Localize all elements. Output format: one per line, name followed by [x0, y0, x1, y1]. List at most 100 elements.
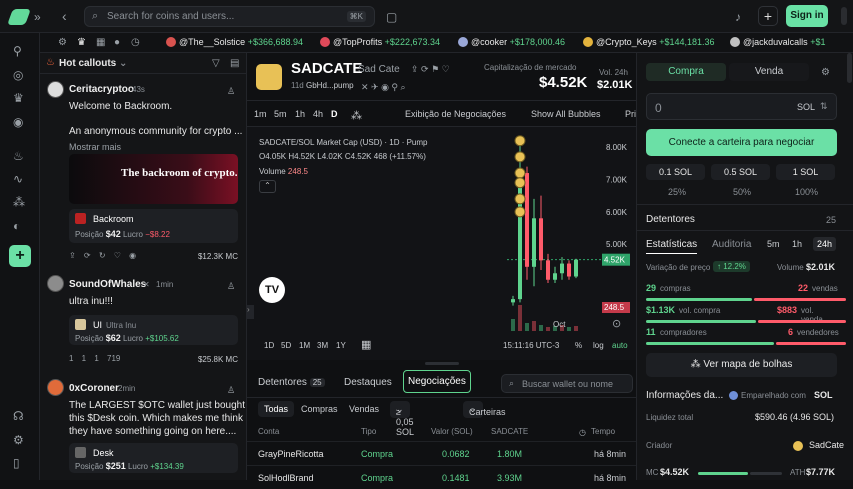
- filter-buys[interactable]: Compras: [301, 404, 338, 414]
- trade-marker[interactable]: [514, 177, 526, 189]
- percent-toggle[interactable]: %: [575, 341, 582, 350]
- amount-input[interactable]: 0 SOL ⇅: [646, 93, 837, 120]
- settings-icon[interactable]: ⚙: [821, 66, 830, 80]
- log-toggle[interactable]: log: [593, 341, 604, 350]
- globe-icon[interactable]: ◐: [13, 219, 20, 233]
- tab-holders[interactable]: Detentores 25: [258, 377, 325, 388]
- creator-link[interactable]: SadCate: [809, 440, 844, 450]
- table-row[interactable]: GrayPineRicotta Compra 0.0682 1.80M há 8…: [247, 441, 636, 465]
- holders-label[interactable]: Detentores: [646, 214, 695, 225]
- link-icon[interactable]: ⚲: [13, 44, 22, 58]
- quick-pct-100[interactable]: 100%: [795, 187, 818, 197]
- trade-marker[interactable]: [514, 193, 526, 205]
- search-input[interactable]: ⌕ Search for coins and users... ⌘K: [84, 6, 375, 27]
- token-logo[interactable]: [256, 64, 282, 90]
- follow-icon[interactable]: ♙: [227, 279, 235, 293]
- candle-body[interactable]: [525, 173, 529, 267]
- wallet-search-input[interactable]: ⌕ Buscar wallet ou nome: [501, 374, 633, 393]
- tab-statistics[interactable]: Estatísticas: [646, 239, 698, 254]
- avatar[interactable]: [47, 379, 64, 396]
- candle-body[interactable]: [560, 263, 564, 274]
- post-actions[interactable]: ⇪ ⟳ ↻ ♡ ◉: [69, 251, 136, 260]
- candle-body[interactable]: [511, 299, 515, 303]
- layout-icon[interactable]: ▤: [230, 57, 239, 71]
- back-icon[interactable]: ‹: [62, 9, 67, 23]
- filter-all[interactable]: Todas: [258, 401, 295, 417]
- quick-pct-50[interactable]: 50%: [733, 187, 751, 197]
- filter-sells[interactable]: Vendas: [349, 404, 379, 414]
- timeframe-1m[interactable]: 1m: [254, 109, 267, 119]
- ticker-item[interactable]: @The__Solstice +$366,688.94: [166, 37, 303, 47]
- wallets-filter[interactable]: Carteiras ⌄: [463, 401, 506, 418]
- candle-body[interactable]: [546, 260, 550, 280]
- ticker-item[interactable]: @Crypto_Keys +$144,181.36: [583, 37, 715, 47]
- table-row[interactable]: SolHodlBrand Compra 0.1481 3.93M há 8min: [247, 465, 636, 489]
- avatar[interactable]: [47, 81, 64, 98]
- tab-audit[interactable]: Auditoria: [712, 239, 751, 250]
- gear-icon[interactable]: ⚙: [58, 36, 67, 50]
- show-more-link[interactable]: Mostrar mais: [69, 142, 121, 152]
- show-bubbles-toggle[interactable]: Show All Bubbles: [531, 109, 601, 119]
- price-chart[interactable]: SADCATE/SOL Market Cap (USD) · 1D · Pump…: [247, 127, 636, 360]
- post-username[interactable]: SoundOfWhales: [69, 279, 146, 290]
- position-card[interactable]: UI Ultra Inu Posição $62 Lucro +$105.62: [69, 315, 238, 345]
- scrollbar[interactable]: [841, 7, 847, 25]
- candle-body[interactable]: [518, 173, 522, 300]
- range-5d[interactable]: 5D: [281, 341, 291, 350]
- pot-icon[interactable]: ♨: [13, 149, 24, 163]
- candlestick-chart[interactable]: 8.00K7.00K6.00K5.00K3.00K4.52K248.5: [247, 127, 636, 332]
- connect-wallet-button[interactable]: Conecte a carteira para negociar: [646, 129, 837, 156]
- resize-handle[interactable]: [425, 362, 459, 365]
- filter-icon[interactable]: ▽: [212, 57, 220, 71]
- trophy-icon[interactable]: ♛: [77, 36, 86, 50]
- ticker-item[interactable]: @cooker +$178,000.46: [458, 37, 565, 47]
- candle-body[interactable]: [539, 218, 543, 261]
- microphone-icon[interactable]: ♪: [735, 10, 741, 24]
- create-button[interactable]: +: [9, 245, 31, 267]
- clipboard-icon[interactable]: ▢: [386, 10, 397, 24]
- target-icon[interactable]: ⊙: [612, 317, 621, 330]
- bubble-map-button[interactable]: ⁂ Ver mapa de bolhas: [646, 353, 837, 377]
- post-actions[interactable]: 1 1 1 719: [69, 354, 120, 363]
- post-banner-image[interactable]: The backroom of crypto.: [69, 154, 238, 204]
- range-1h[interactable]: 1h: [792, 239, 802, 249]
- quick-amount-0-1[interactable]: 0.1 SOL: [646, 164, 705, 180]
- grid-icon[interactable]: ▦: [96, 36, 105, 50]
- token-actions-icons[interactable]: ⇪ ⟳ ⚑ ♡: [411, 62, 450, 76]
- min-amount-filter[interactable]: ≥ 0,05 SOL ⌄: [390, 401, 414, 437]
- buy-tab[interactable]: Compra: [646, 63, 726, 81]
- tab-trades[interactable]: Negociações: [403, 370, 471, 393]
- trade-marker[interactable]: [514, 135, 526, 147]
- follow-icon[interactable]: ♙: [227, 84, 235, 98]
- add-icon[interactable]: +: [758, 6, 778, 26]
- timeframe-5m[interactable]: 5m: [274, 109, 287, 119]
- scrollbar[interactable]: [847, 53, 852, 83]
- contract-address[interactable]: GbHd...pump: [306, 81, 354, 90]
- trade-marker[interactable]: [514, 167, 526, 179]
- candle-body[interactable]: [574, 259, 578, 277]
- candle-body[interactable]: [553, 273, 557, 280]
- range-1d[interactable]: 1D: [264, 341, 274, 350]
- quick-amount-0-5[interactable]: 0.5 SOL: [711, 164, 770, 180]
- show-trades-toggle[interactable]: Exibição de Negociações: [405, 109, 506, 119]
- ticker-item[interactable]: @jackduvalcalls +$1: [730, 37, 825, 47]
- timeframe-4h[interactable]: 4h: [313, 109, 323, 119]
- ticker-item[interactable]: @TopProfits +$222,673.34: [320, 37, 440, 47]
- trade-marker[interactable]: [514, 206, 526, 218]
- timeframe-1h[interactable]: 1h: [295, 109, 305, 119]
- expand-icon[interactable]: »: [34, 10, 41, 24]
- activity-icon[interactable]: ∿: [13, 172, 23, 186]
- bubbles-icon[interactable]: ⁂: [13, 195, 25, 209]
- follow-icon[interactable]: ♙: [227, 383, 235, 397]
- app-logo[interactable]: [7, 9, 31, 25]
- auto-toggle[interactable]: auto: [612, 341, 628, 350]
- avatar[interactable]: [47, 275, 64, 292]
- range-1y[interactable]: 1Y: [336, 341, 346, 350]
- mobile-icon[interactable]: ▯: [13, 456, 20, 470]
- range-1m[interactable]: 1M: [299, 341, 310, 350]
- quick-amount-1[interactable]: 1 SOL: [776, 164, 835, 180]
- signal-icon[interactable]: ◉: [13, 115, 23, 129]
- price-toggle[interactable]: Pri: [625, 109, 636, 119]
- swap-icon[interactable]: ⇅: [820, 101, 828, 112]
- sell-tab[interactable]: Venda: [729, 63, 809, 81]
